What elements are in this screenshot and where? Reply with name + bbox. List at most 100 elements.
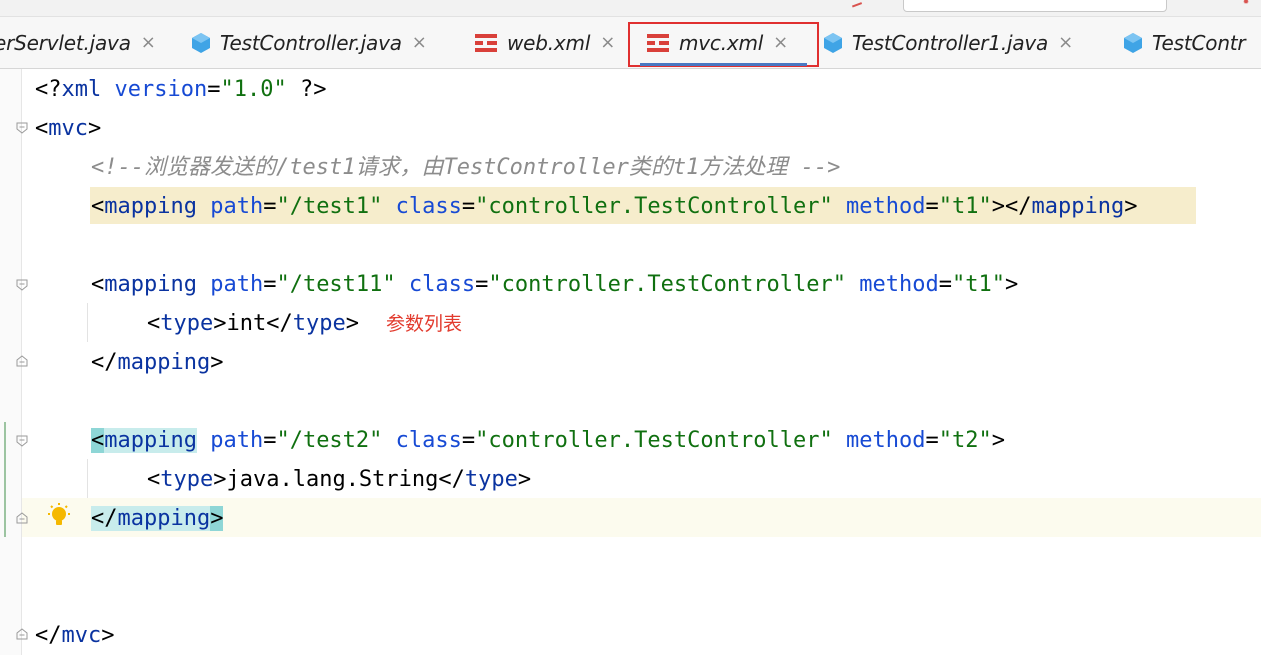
tag-name: mapping (104, 194, 197, 219)
attr-name: method (846, 194, 926, 219)
attr-name: method (846, 428, 926, 453)
indent-guide (87, 459, 88, 498)
notification-icon[interactable]: ✹ (1243, 0, 1257, 7)
tag-bracket: > (345, 311, 359, 336)
intention-bulb-icon[interactable] (45, 502, 73, 530)
fold-icon[interactable] (15, 121, 29, 135)
vcs-change-marker[interactable] (4, 422, 6, 537)
attr-name: version (114, 77, 208, 102)
xml-decl-keyword: xml (61, 77, 102, 102)
tag-bracket: </ (91, 506, 118, 531)
tag-name: type (292, 311, 346, 336)
attr-value: "controller.TestController" (488, 272, 847, 297)
code-line-15[interactable]: </mvc> (35, 616, 115, 655)
tag-name-matched: mapping (117, 506, 211, 531)
tag-bracket: > (1005, 272, 1019, 297)
tab-testcontr[interactable]: TestContr (1122, 17, 1246, 68)
attr-value: "t1" (952, 272, 1005, 297)
code-line-7[interactable]: <type>int</type> (147, 304, 359, 343)
equals: = (207, 77, 221, 102)
code-line-6[interactable]: <mapping path="/test11" class="controlle… (91, 265, 1018, 304)
fold-icon[interactable] (15, 354, 29, 368)
java-class-icon (192, 32, 210, 53)
tag-bracket: </ (91, 350, 118, 375)
tab-label: TestContr (1152, 30, 1246, 55)
attr-value: "/test1" (276, 194, 383, 219)
tag-bracket: > (210, 350, 224, 375)
xml-decl-open: <? (35, 77, 62, 102)
tag-name: type (464, 467, 518, 492)
attr-value: "/test11" (276, 272, 396, 297)
tag-bracket: > (101, 623, 115, 648)
fold-icon[interactable] (15, 434, 29, 448)
tag-bracket: > (210, 506, 224, 531)
indent-guide (87, 303, 88, 342)
code-line-3-comment[interactable]: <!--浏览器发送的/test1请求，由TestController类的t1方法… (91, 148, 840, 187)
tag-name: type (160, 311, 214, 336)
tab-erservlet-java[interactable]: erServlet.java × (0, 17, 156, 68)
tab-label: TestController1.java (852, 30, 1049, 55)
tag-name: mapping (117, 350, 211, 375)
tab-testcontroller-java[interactable]: TestController.java × (190, 17, 427, 68)
tag-name: mvc (48, 116, 88, 141)
active-tab-underline (640, 63, 807, 66)
code-line-2[interactable]: <mvc> (35, 109, 101, 148)
tab-label: TestController.java (220, 30, 402, 55)
attr-value: "/test2" (276, 428, 383, 453)
code-line-12[interactable]: </mapping> (91, 499, 224, 538)
java-class-icon (824, 32, 842, 53)
attr-value: "t2" (938, 428, 992, 453)
tag-bracket: < (91, 428, 105, 453)
attr-value: "controller.TestController" (475, 428, 833, 453)
xml-decl-close: ?> (286, 77, 327, 102)
attr-name: path (210, 272, 264, 297)
tag-name: mapping (1031, 194, 1125, 219)
attr-name: class (395, 428, 462, 453)
tag-bracket: > (991, 428, 1005, 453)
close-icon[interactable]: × (412, 32, 427, 53)
fold-icon[interactable] (15, 278, 29, 292)
code-line-8[interactable]: </mapping> (91, 343, 223, 382)
tag-bracket: < (147, 467, 161, 492)
xml-file-icon (475, 33, 497, 52)
attr-name: path (210, 194, 264, 219)
code-line-11[interactable]: <type>java.lang.String</type> (147, 460, 531, 499)
attr-value: "1.0" (220, 77, 287, 102)
active-tab-highlight-box (628, 22, 819, 67)
tag-text: int (226, 311, 267, 336)
tab-label: web.xml (507, 30, 591, 55)
tag-bracket: ></ (991, 194, 1032, 219)
code-line-4[interactable]: <mapping path="/test1" class="controller… (91, 187, 1137, 226)
tag-name: mvc (61, 623, 102, 648)
tag-bracket: > (88, 116, 102, 141)
tag-bracket: > (517, 467, 532, 492)
search-everywhere-input[interactable] (903, 0, 1167, 12)
close-icon[interactable]: × (141, 32, 156, 53)
tag-name-matched: mapping (104, 428, 197, 453)
attr-name: path (210, 428, 264, 453)
tag-bracket: > (1124, 194, 1138, 219)
tag-bracket: < (35, 116, 49, 141)
attr-name: method (859, 272, 939, 297)
attr-name: class (395, 194, 462, 219)
xml-comment: <!--浏览器发送的/test1请求，由TestController类的t1方法… (91, 155, 841, 180)
attr-value: "controller.TestController" (475, 194, 833, 219)
tag-bracket: </ (438, 467, 465, 492)
tag-bracket: </ (266, 311, 293, 336)
fold-icon[interactable] (15, 627, 29, 641)
tab-web-xml[interactable]: web.xml × (474, 17, 615, 68)
attr-value: "t1" (938, 194, 992, 219)
tag-name: type (160, 467, 214, 492)
fold-icon[interactable] (15, 511, 29, 525)
tab-testcontroller1-java[interactable]: TestController1.java × (822, 17, 1073, 68)
close-icon[interactable]: × (1058, 32, 1073, 53)
java-class-icon (1124, 32, 1142, 53)
code-line-1[interactable]: <?xml version="1.0" ?> (35, 70, 326, 109)
tag-bracket: < (91, 272, 105, 297)
tag-text: java.lang.String (226, 467, 439, 492)
tag-bracket: < (91, 194, 105, 219)
close-icon[interactable]: × (600, 32, 615, 53)
annotation-label: 参数列表 (386, 313, 463, 335)
code-line-10[interactable]: <mapping path="/test2" class="controller… (91, 421, 1005, 460)
